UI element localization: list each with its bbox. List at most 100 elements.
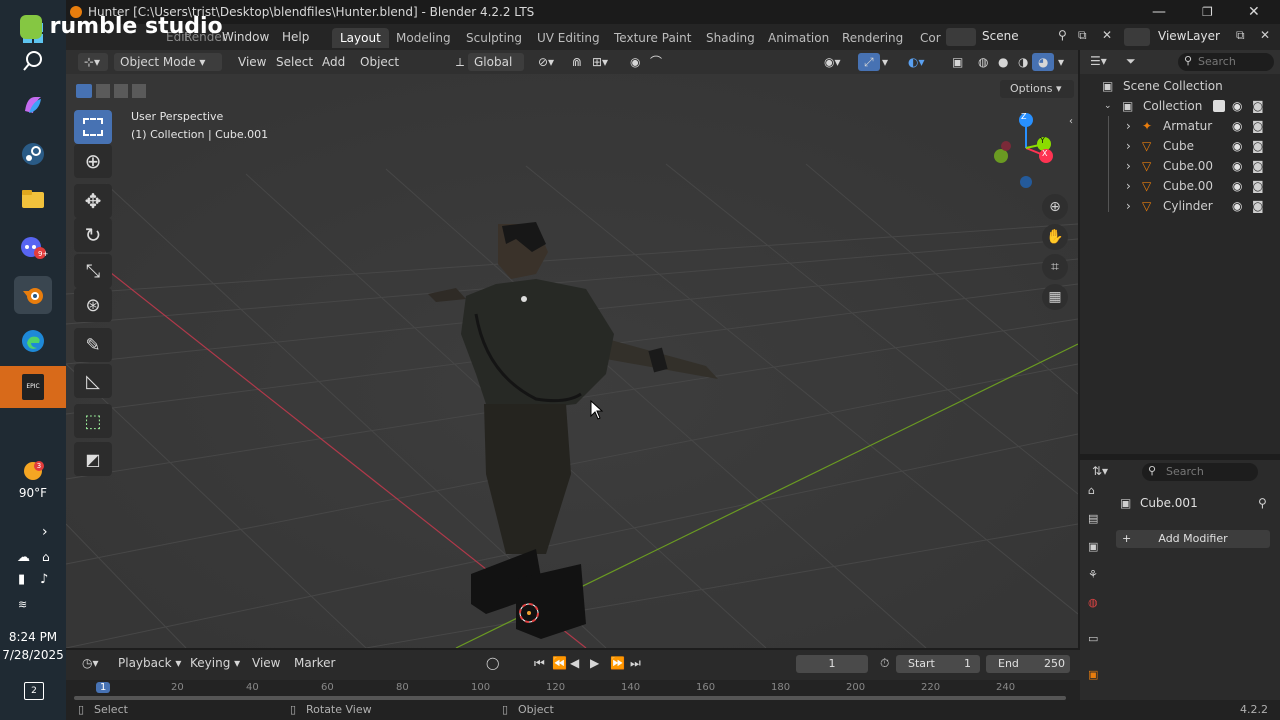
- overlays-icon[interactable]: ◐▾: [902, 53, 931, 71]
- shading-dropdown-icon[interactable]: ▾: [1052, 53, 1070, 71]
- render-camera-icon[interactable]: ◙: [1252, 156, 1264, 176]
- extra-tool[interactable]: ◩: [74, 442, 112, 476]
- outliner-item[interactable]: › ▽ Cube.00 ◉ ◙: [1080, 176, 1280, 196]
- current-frame-field[interactable]: 1: [796, 655, 868, 673]
- viewlayer-name[interactable]: ViewLayer: [1158, 29, 1220, 43]
- perspective-toggle-icon[interactable]: ▦: [1042, 284, 1068, 310]
- timeline-view-menu[interactable]: View: [246, 654, 286, 672]
- scene-tab-icon[interactable]: ⚘: [1088, 568, 1098, 581]
- start-frame-field[interactable]: Start 1: [896, 655, 980, 673]
- file-explorer-icon[interactable]: [14, 180, 52, 218]
- outliner-item[interactable]: › ▽ Cube.00 ◉ ◙: [1080, 156, 1280, 176]
- options-dropdown[interactable]: Options ▾: [1000, 80, 1074, 98]
- outliner-item[interactable]: › ▽ Cube ◉ ◙: [1080, 136, 1280, 156]
- menu-add[interactable]: Add: [316, 53, 351, 71]
- world-tab-icon[interactable]: ◍: [1088, 596, 1098, 609]
- scale-tool[interactable]: ⤡: [74, 254, 112, 288]
- collection-tab-icon[interactable]: ▭: [1088, 632, 1098, 645]
- pin-object-icon[interactable]: ⚲: [1258, 496, 1267, 510]
- mode-dropdown[interactable]: Object Mode ▾: [114, 53, 222, 71]
- output-tab-icon[interactable]: ▣: [1088, 540, 1098, 553]
- outliner-scene-collection[interactable]: ▣ Scene Collection: [1080, 76, 1280, 96]
- select-extend-icon[interactable]: [96, 84, 110, 98]
- rotate-tool[interactable]: ↻: [74, 218, 112, 252]
- visibility-eye-icon[interactable]: ◉: [1232, 176, 1242, 196]
- minimize-button[interactable]: —: [1152, 0, 1166, 24]
- tab-uv-editing[interactable]: UV Editing: [529, 28, 608, 48]
- scene-name[interactable]: Scene: [982, 29, 1019, 43]
- new-viewlayer-icon[interactable]: ⧉: [1236, 28, 1245, 43]
- tab-texture-paint[interactable]: Texture Paint: [606, 28, 699, 48]
- menu-help[interactable]: Help: [276, 28, 315, 46]
- snap-target-icon[interactable]: ⊞▾: [586, 53, 614, 71]
- visibility-eye-icon[interactable]: ◉: [1232, 136, 1242, 156]
- outliner-item[interactable]: › ▽ Cylinder ◉ ◙: [1080, 196, 1280, 216]
- exclude-checkbox[interactable]: [1213, 100, 1225, 112]
- camera-view-icon[interactable]: ⌗: [1042, 254, 1068, 280]
- outliner-search-field[interactable]: ⚲ Search: [1178, 53, 1274, 71]
- properties-search-field[interactable]: ⚲ Search: [1142, 463, 1258, 481]
- expand-icon[interactable]: ⌄: [1104, 96, 1112, 116]
- expand-icon[interactable]: ›: [1126, 156, 1131, 176]
- tool-tab-icon[interactable]: ⌂: [1088, 484, 1095, 497]
- tab-layout[interactable]: Layout: [332, 28, 389, 48]
- notification-icon[interactable]: 2: [24, 682, 44, 700]
- zoom-icon[interactable]: ⊕: [1042, 194, 1068, 220]
- outliner-item[interactable]: › ✦ Armatur ◉ ◙: [1080, 116, 1280, 136]
- visibility-eye-icon[interactable]: ◉: [1232, 96, 1242, 116]
- visibility-eye-icon[interactable]: ◉: [1232, 156, 1242, 176]
- discord-icon[interactable]: 9+: [14, 228, 52, 266]
- select-subtract-icon[interactable]: [114, 84, 128, 98]
- volume-icon[interactable]: ♪: [40, 572, 48, 587]
- end-frame-field[interactable]: End 250: [986, 655, 1070, 673]
- network-icon[interactable]: ⌂: [42, 550, 50, 564]
- epic-games-icon[interactable]: EPIC: [0, 366, 66, 408]
- play-icon[interactable]: ▶: [584, 654, 605, 672]
- render-tab-icon[interactable]: ▤: [1088, 512, 1098, 525]
- tab-sculpting[interactable]: Sculpting: [458, 28, 530, 48]
- blender-taskbar-icon[interactable]: [14, 276, 52, 314]
- steam-icon[interactable]: [14, 135, 52, 173]
- clock-date[interactable]: 7/28/2025: [0, 648, 66, 662]
- tab-modeling[interactable]: Modeling: [388, 28, 459, 48]
- visibility-eye-icon[interactable]: ◉: [1232, 196, 1242, 216]
- annotate-tool[interactable]: ✎: [74, 328, 112, 362]
- delete-viewlayer-icon[interactable]: ✕: [1260, 28, 1270, 42]
- 3d-viewport[interactable]: ⊕ ✥ ↻ ⤡ ⊛ ✎ ◺ ⬚ ◩ User Perspective (1) C…: [66, 74, 1078, 648]
- snap-icon[interactable]: ⋒: [566, 53, 588, 71]
- outliner-editor-icon[interactable]: ☰▾: [1090, 54, 1107, 68]
- microphone-icon[interactable]: ▮: [18, 572, 25, 587]
- expand-icon[interactable]: ›: [1126, 176, 1131, 196]
- visibility-eye-icon[interactable]: ◉: [1232, 116, 1242, 136]
- menu-object[interactable]: Object: [354, 53, 405, 71]
- add-modifier-button[interactable]: + Add Modifier: [1116, 530, 1270, 548]
- add-cube-tool[interactable]: ⬚: [74, 404, 112, 438]
- restore-button[interactable]: ❐: [1202, 0, 1213, 24]
- select-box-tool[interactable]: [74, 110, 112, 144]
- keying-menu[interactable]: Keying ▾: [184, 654, 246, 672]
- navigation-gizmo[interactable]: [986, 110, 1066, 190]
- pin-icon[interactable]: ⚲: [1058, 28, 1067, 42]
- move-tool[interactable]: ✥: [74, 184, 112, 218]
- tab-rendering[interactable]: Rendering: [834, 28, 911, 48]
- search-icon[interactable]: [14, 42, 52, 80]
- chevron-right-icon[interactable]: ›: [42, 524, 48, 540]
- playback-menu[interactable]: Playback ▾: [112, 654, 187, 672]
- select-intersect-icon[interactable]: [132, 84, 146, 98]
- menu-select[interactable]: Select: [270, 53, 319, 71]
- render-camera-icon[interactable]: ◙: [1252, 136, 1264, 156]
- cursor-tool[interactable]: ⊕: [74, 144, 112, 178]
- object-tab-icon[interactable]: ▣: [1088, 668, 1098, 681]
- tab-shading[interactable]: Shading: [698, 28, 763, 48]
- visibility-icon[interactable]: ◉▾: [818, 53, 847, 71]
- autokey-icon[interactable]: ◯: [480, 654, 505, 672]
- edge-icon[interactable]: [14, 322, 52, 360]
- menu-window[interactable]: Window: [216, 28, 275, 46]
- orientation-icon[interactable]: ⟂: [450, 53, 470, 71]
- stopwatch-icon[interactable]: ⏱: [874, 654, 895, 672]
- timeline-editor-icon[interactable]: ◷▾: [76, 654, 105, 672]
- falloff-icon[interactable]: ⌒: [644, 53, 668, 71]
- measure-tool[interactable]: ◺: [74, 364, 112, 398]
- marker-menu[interactable]: Marker: [288, 654, 341, 672]
- outliner-collection[interactable]: ⌄ ▣ Collection ◉ ◙: [1080, 96, 1280, 116]
